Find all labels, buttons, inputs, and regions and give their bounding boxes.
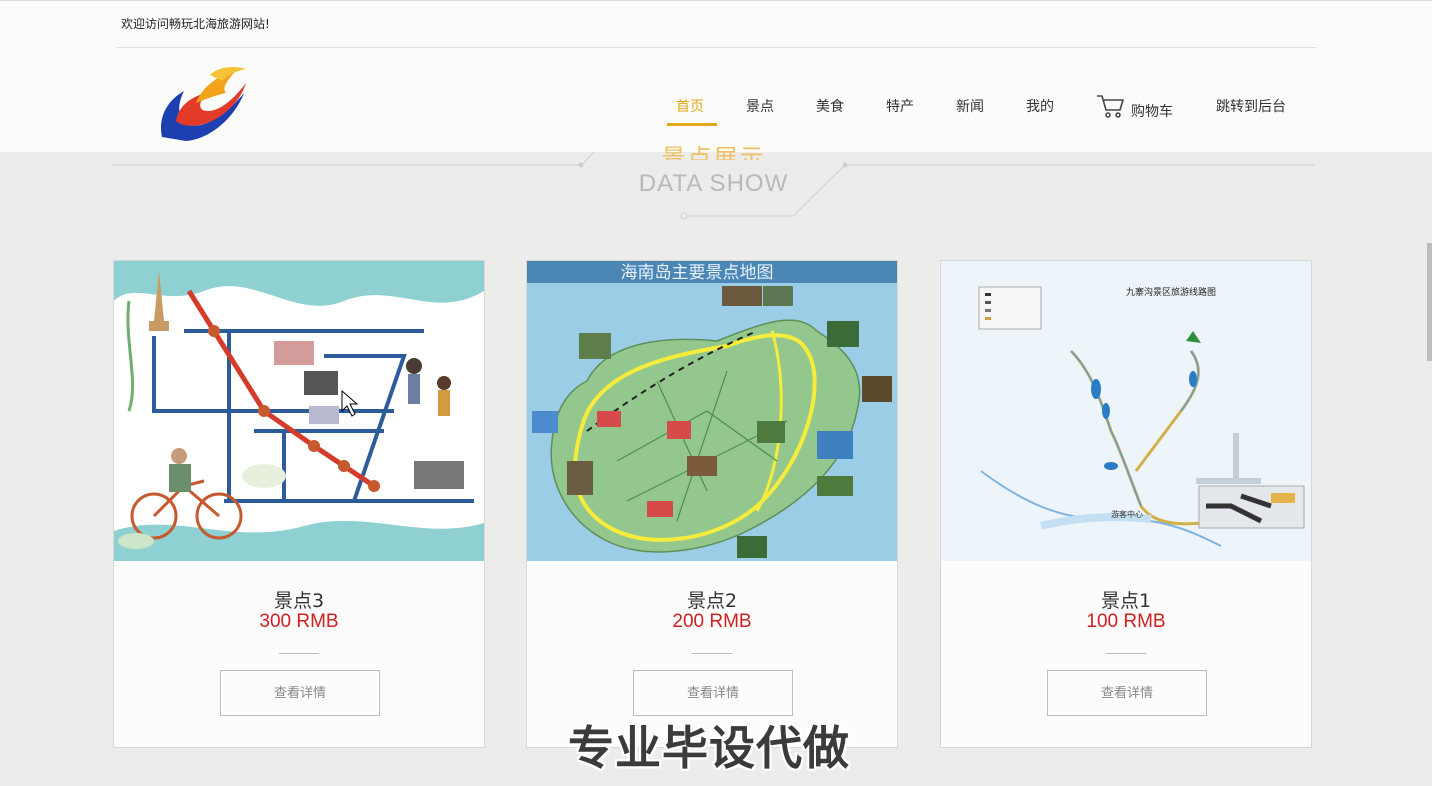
attraction-card: 景点3 300 RMB 查看详情	[113, 260, 485, 748]
nav-active-indicator	[667, 123, 717, 126]
nav-admin[interactable]: 跳转到后台	[1216, 96, 1286, 118]
nav-home[interactable]: 首页	[676, 96, 704, 118]
cart-icon[interactable]	[1096, 93, 1126, 119]
attraction-price: 200 RMB	[672, 611, 752, 632]
attraction-name: 景点3	[273, 590, 325, 612]
attraction-name: 景点1	[1100, 590, 1152, 612]
attraction-price: 100 RMB	[1086, 611, 1166, 632]
watermark-text: 专业毕设代做	[568, 721, 850, 775]
map-title: 海南岛主要景点地图	[621, 263, 774, 283]
card-divider	[279, 653, 319, 654]
attraction-card: 九寨沟景区旅游线路图 游客中心 景点1 100 RMB 查看详情	[940, 260, 1312, 748]
map-title: 九寨沟景区旅游线路图	[1126, 286, 1216, 298]
view-details-button[interactable]: 查看详情	[1047, 670, 1207, 716]
main-nav: 首页 景点 美食 特产 新闻 我的 购物车 跳转到后台	[0, 96, 1432, 136]
attraction-card: 海南岛主要景点地图 景点2 200 RMB 查看详情	[526, 260, 898, 748]
attraction-image-jiuzhaigou-map[interactable]: 九寨沟景区旅游线路图 游客中心	[941, 261, 1311, 561]
nav-attractions[interactable]: 景点	[746, 96, 774, 118]
section-title-cn: 景点展示	[661, 144, 766, 160]
scrollbar-thumb[interactable]	[1427, 243, 1432, 361]
card-divider	[1106, 653, 1146, 654]
section-title-en: DATA SHOW	[638, 170, 789, 197]
nav-news[interactable]: 新闻	[956, 96, 984, 118]
nav-specialties[interactable]: 特产	[886, 96, 914, 118]
header-divider	[117, 47, 1317, 48]
nav-food[interactable]: 美食	[816, 96, 844, 118]
card-divider	[692, 653, 732, 654]
attraction-image-hainan-map[interactable]: 海南岛主要景点地图	[527, 261, 897, 561]
welcome-text: 欢迎访问畅玩北海旅游网站!	[121, 17, 270, 31]
view-details-button[interactable]: 查看详情	[633, 670, 793, 716]
nav-cart[interactable]: 购物车	[1131, 101, 1173, 123]
attraction-price: 300 RMB	[259, 611, 339, 632]
view-details-button[interactable]: 查看详情	[220, 670, 380, 716]
svg-text:游客中心: 游客中心	[1111, 509, 1143, 519]
attraction-name: 景点2	[686, 590, 738, 612]
attraction-image-beihai-map[interactable]	[114, 261, 484, 561]
section-title: 景点展示 DATA SHOW	[112, 144, 1315, 230]
nav-mine[interactable]: 我的	[1026, 96, 1054, 118]
